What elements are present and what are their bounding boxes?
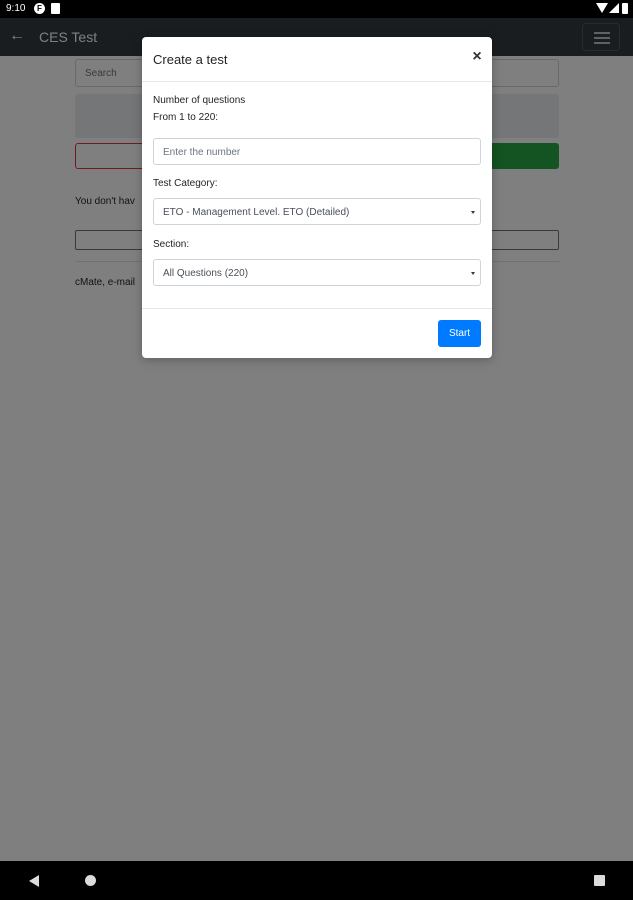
sd-card-icon: [51, 3, 60, 14]
status-time: 9:10: [6, 3, 26, 14]
category-select[interactable]: ETO - Management Level. ETO (Detailed): [153, 198, 481, 225]
modal-header: Create a test ×: [142, 37, 492, 82]
create-test-modal: Create a test × Number of questions From…: [142, 37, 492, 358]
home-circle-icon[interactable]: [85, 875, 96, 886]
section-label: Section:: [153, 239, 190, 250]
status-bar: 9:10 F: [0, 0, 633, 18]
signal-icon: [609, 3, 619, 13]
chevron-down-icon: [471, 211, 475, 214]
start-button[interactable]: Start: [438, 320, 481, 347]
system-nav-bar: [0, 861, 633, 900]
chevron-down-icon: [471, 272, 475, 275]
question-count-input[interactable]: Enter the number: [153, 138, 481, 165]
category-label: Test Category:: [153, 178, 218, 189]
question-range-label: From 1 to 220:: [153, 112, 219, 123]
section-select[interactable]: All Questions (220): [153, 259, 481, 286]
modal-title: Create a test: [153, 52, 228, 67]
close-icon[interactable]: ×: [469, 49, 485, 65]
app-f-icon: F: [34, 3, 45, 14]
section-value: All Questions (220): [163, 268, 249, 279]
battery-icon: [622, 3, 628, 14]
modal-footer-divider: [142, 308, 492, 309]
question-count-label: Number of questions: [153, 95, 246, 106]
wifi-icon: [596, 3, 608, 13]
recents-square-icon[interactable]: [594, 875, 605, 886]
category-value: ETO - Management Level. ETO (Detailed): [163, 207, 350, 218]
back-triangle-icon[interactable]: [29, 875, 39, 887]
